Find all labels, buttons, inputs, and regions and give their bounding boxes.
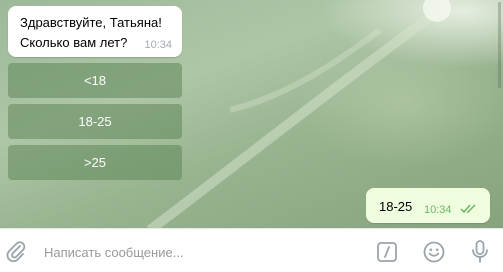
keyboard-button-over-25[interactable]: >25 (8, 145, 182, 180)
outgoing-message-text: 18-25 (379, 199, 413, 214)
message-time: 10:34 (144, 39, 172, 51)
message-input[interactable] (42, 241, 366, 263)
message-text-line1: Здравствуйте, Татьяна! (20, 15, 162, 30)
message-composer (0, 228, 503, 272)
scrollbar[interactable] (498, 2, 501, 88)
chat-area: Здравствуйте, Татьяна! Сколько вам лет? … (0, 0, 503, 228)
slash-commands-icon[interactable] (377, 242, 397, 262)
paperclip-icon[interactable] (5, 240, 27, 262)
outgoing-message-time: 10:34 (424, 204, 452, 216)
keyboard-button-18-25[interactable]: 18-25 (8, 104, 182, 139)
keyboard-button-under-18[interactable]: <18 (8, 63, 182, 98)
message-text-line2: Сколько вам лет? (20, 35, 128, 50)
double-check-icon (460, 204, 476, 214)
incoming-message: Здравствуйте, Татьяна! Сколько вам лет? … (8, 6, 182, 57)
microphone-icon[interactable] (471, 240, 489, 264)
emoji-icon[interactable] (423, 241, 445, 263)
outgoing-message: 18-25 10:34 (366, 188, 490, 223)
